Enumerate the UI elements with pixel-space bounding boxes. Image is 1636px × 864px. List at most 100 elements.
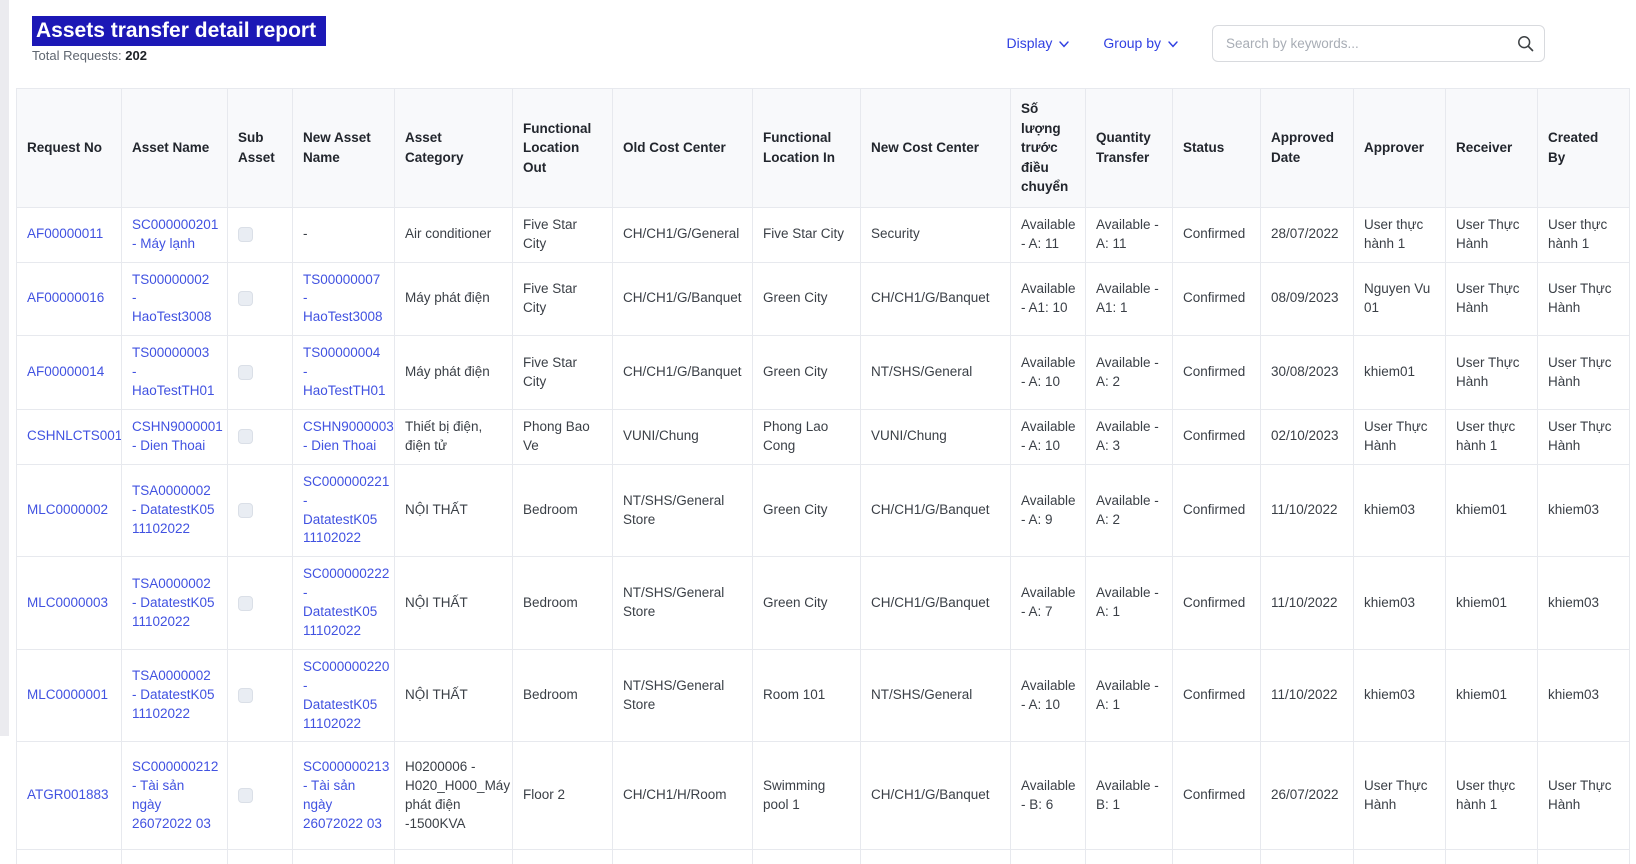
request-no-link[interactable]: AF00000011 [27,226,103,241]
asset-name-link[interactable]: TS00000002 - HaoTest3008 [132,272,212,325]
functional-location-out-text: Floor 2 [523,787,566,803]
cell-functional-location-out: Floor 2 [512,741,613,851]
sub-asset-checkbox[interactable] [238,788,253,804]
qty-before-transfer-text: Available - A: 9 [1021,492,1076,527]
column-header-receiver: Receiver [1445,88,1538,208]
new-asset-name-link[interactable]: TS00000004 - HaoTestTH01 [303,345,386,398]
cell-request-no: AF00000014 [16,335,122,410]
cell-quantity-transfer: Available - A1: 1 [1085,261,1173,337]
cell-status: Confirmed [1172,741,1261,851]
cell-approved-date: 30/08/2023 [1260,335,1354,410]
new-asset-name-link[interactable]: SC000000220 - DatatestK05 11102022 [303,659,389,731]
cell-new-cost-center: CH/CH1/G/Banquet [860,741,1011,851]
cell-new-asset-name: SC000000222 - DatatestK05 11102022 [292,556,395,650]
created-by-text: khiem03 [1548,594,1600,610]
created-by-text: User Thực Hành [1548,418,1612,453]
sub-asset-checkbox[interactable] [238,503,253,518]
asset-category-text: Thiết bị điện, điện tử [405,418,483,453]
functional-location-in-text: Green City [763,502,828,518]
table-row: AF00000011 SC000000201 - Máy lạnh - Air con… [16,206,1630,263]
cell-old-cost-center: VUNI/Chung [612,408,753,465]
sub-asset-checkbox[interactable] [238,291,253,307]
group-by-dropdown[interactable]: Group by [1103,35,1178,51]
cell-asset-name: SC000000212 - Tài sản ngày 26072022 03 [121,741,228,851]
cell-approved-date: 02/10/2023 [1260,408,1354,465]
cell-empty [1010,849,1086,864]
total-requests-label: Total Requests: [32,48,122,64]
cell-status: Confirmed [1172,261,1261,337]
cell-request-no: MLC0000003 [16,556,122,650]
request-no-link[interactable]: AF00000016 [27,290,104,305]
cell-receiver: User Thực Hành [1445,335,1538,410]
functional-location-out-text: Five Star City [523,354,578,389]
table-row: CSHNLCTS001 CSHN9000001 - Dien Thoai CSHN9… [16,408,1630,465]
cell-status: Confirmed [1172,206,1261,263]
new-asset-name-link[interactable]: SC000000213 - Tài sản ngày 26072022 03 [303,759,389,831]
quantity-transfer-text: Available - A: 2 [1096,492,1159,527]
old-cost-center-text: NT/SHS/General Store [623,492,725,527]
cell-asset-category: Máy phát điện [394,261,513,337]
asset-name-link[interactable]: SC000000212 - Tài sản ngày 26072022 03 [132,759,218,831]
cell-old-cost-center: NT/SHS/General Store [612,463,753,558]
functional-location-in-text: Five Star City [763,226,845,242]
sub-asset-checkbox[interactable] [238,429,253,445]
cell-sub-asset [227,741,293,851]
cell-sub-asset [227,206,293,263]
sub-asset-checkbox[interactable] [238,365,253,381]
cell-sub-asset [227,261,293,337]
cell-functional-location-out: Bedroom [512,648,613,743]
cell-receiver: User Thực Hành [1445,261,1538,337]
table-row: MLC0000003 TSA0000002 - DatatestK05 11102… [16,556,1630,650]
new-asset-name-link[interactable]: SC000000222 - DatatestK05 11102022 [303,566,389,638]
cell-functional-location-in: Swimming pool 1 [752,741,861,851]
cell-request-no: MLC0000001 [16,648,122,743]
request-no-link[interactable]: AF00000014 [27,364,104,379]
sub-asset-checkbox[interactable] [238,595,253,611]
search-input[interactable] [1212,24,1545,62]
new-asset-name-link[interactable]: CSHN9000003 - Dien Thoai [303,419,394,453]
sub-asset-checkbox[interactable] [238,688,253,704]
asset-name-link[interactable]: TSA0000002 - DatatestK05 11102022 [132,483,215,536]
cell-approver: User thực hành 1 [1353,206,1446,263]
cell-old-cost-center: CH/CH1/H/Room [612,741,753,851]
cell-empty [1537,849,1630,864]
table-row: AF00000014 TS00000003 - HaoTestTH01 TS0000… [16,335,1630,410]
asset-name-link[interactable]: CSHN9000001 - Dien Thoai [132,419,223,453]
cell-new-asset-name: - [292,206,395,263]
cell-sub-asset [227,408,293,465]
cell-new-asset-name: SC000000220 - DatatestK05 11102022 [292,648,395,743]
request-no-link[interactable]: MLC0000003 [27,595,108,610]
status-text: Confirmed [1183,594,1246,610]
asset-name-link[interactable]: TSA0000002 - DatatestK05 11102022 [132,668,215,721]
display-dropdown[interactable]: Display [1007,35,1070,51]
cell-empty [860,849,1011,864]
asset-name-link[interactable]: TSA0000002 - DatatestK05 11102022 [132,576,215,629]
cell-empty [1445,849,1538,864]
new-cost-center-text: Security [871,226,920,242]
new-asset-name-link[interactable]: SC000000221 - DatatestK05 11102022 [303,474,389,546]
request-no-link[interactable]: MLC0000001 [27,687,108,702]
asset-name-link[interactable]: SC000000201 - Máy lạnh [132,217,218,251]
cell-approved-date: 08/09/2023 [1260,261,1354,337]
cell-asset-name: TSA0000002 - DatatestK05 11102022 [121,463,228,558]
approver-text: khiem01 [1364,364,1416,380]
old-cost-center-text: NT/SHS/General Store [623,585,725,620]
table-body: AF00000011 SC000000201 - Máy lạnh - Air con… [16,206,1630,864]
search-icon[interactable] [1517,35,1534,52]
request-no-link[interactable]: ATGR001883 [27,787,109,802]
table-row-partial [16,849,1630,864]
cell-empty [1353,849,1446,864]
qty-before-transfer-text: Available - A: 10 [1021,418,1076,453]
cell-created-by: khiem03 [1537,463,1630,558]
asset-name-link[interactable]: TS00000003 - HaoTestTH01 [132,345,215,398]
new-cost-center-text: CH/CH1/G/Banquet [871,502,990,518]
new-asset-name-link[interactable]: TS00000007 - HaoTest3008 [303,272,383,325]
cell-empty [1085,849,1173,864]
sub-asset-checkbox[interactable] [238,227,253,243]
report-header: Assets transfer detail report Total Requ… [0,0,1636,88]
request-no-link[interactable]: CSHNLCTS001 [27,428,121,443]
cell-asset-name: TSA0000002 - DatatestK05 11102022 [121,648,228,743]
asset-category-text: NỘI THẤT [405,594,468,610]
old-cost-center-text: CH/CH1/G/Banquet [623,364,742,380]
request-no-link[interactable]: MLC0000002 [27,502,108,517]
